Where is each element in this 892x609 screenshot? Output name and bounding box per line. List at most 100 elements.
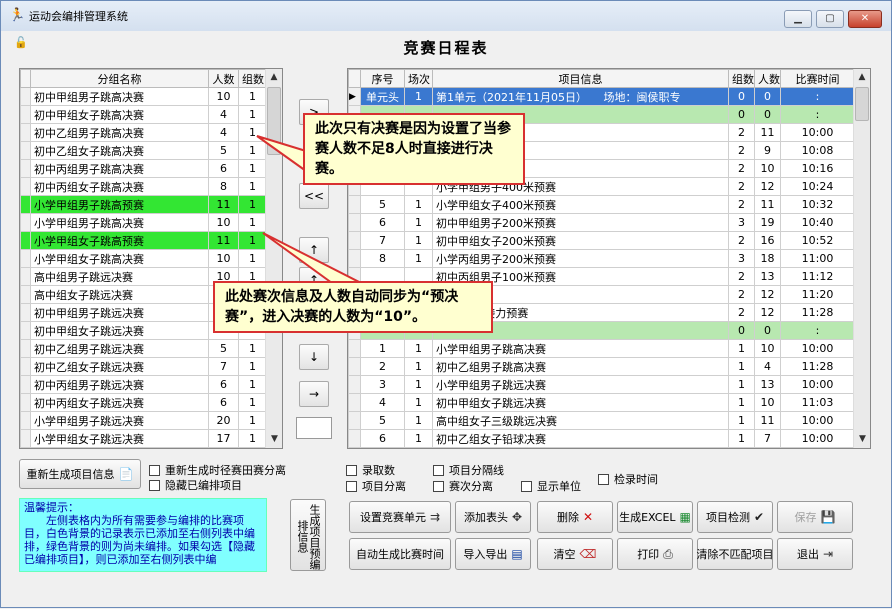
people-cell[interactable]: 16 [754,231,781,250]
maximize-button[interactable]: ▢ [816,10,844,28]
row-header[interactable] [20,213,31,232]
groups-cell[interactable]: 1 [238,195,267,214]
table-row[interactable]: 初中丙组男子跳高决赛 6 1 [20,159,267,178]
time-cell[interactable]: 10:00 [780,123,855,142]
right-grid-scrollbar[interactable]: ▲ ▼ [853,69,870,448]
time-cell[interactable]: 11:03 [780,393,855,412]
count-cell[interactable]: 6 [208,393,239,412]
row-pointer-icon[interactable] [348,375,361,394]
groups-cell[interactable]: 2 [728,195,755,214]
move-top-button[interactable]: ↑ [299,237,329,263]
people-cell[interactable]: 12 [754,303,781,322]
row-header[interactable] [20,87,31,106]
scroll-thumb[interactable] [267,87,281,155]
table-row[interactable]: 初中甲组女子跳高决赛 4 1 [20,105,267,124]
people-cell[interactable]: 12 [754,285,781,304]
group-name-cell[interactable]: 初中丙组女子跳远决赛 [30,393,209,412]
table-row[interactable]: 小学甲组女子跳高预赛 11 1 [20,231,267,250]
group-name-cell[interactable]: 初中丙组男子跳高决赛 [30,159,209,178]
scroll-down-arrow-icon[interactable]: ▼ [854,431,870,448]
people-cell[interactable]: 19 [754,213,781,232]
group-name-cell[interactable]: 初中乙组男子跳高决赛 [30,123,209,142]
move-down-button[interactable]: ↓ [299,344,329,370]
table-row[interactable]: ▶ 单元头 1 第1单元（2021年11月05日） 场地：闽侯职专 0 0 : [348,87,855,106]
save-button[interactable]: 保存 💾 [777,501,853,533]
col-header-match-time[interactable]: 比赛时间 [780,69,855,88]
col-header-count[interactable]: 人数 [208,69,239,88]
row-pointer-icon[interactable]: ▶ [348,87,361,106]
group-name-cell[interactable]: 初中丙组男子跳远决赛 [30,375,209,394]
col-header-group-name[interactable]: 分组名称 [30,69,209,88]
no-cell[interactable]: 7 [360,231,405,250]
time-cell[interactable]: 10:24 [780,177,855,196]
regen-event-info-button[interactable]: 重新生成项目信息 📄 [19,459,141,489]
event-separator-checkbox[interactable]: 项目分隔线 [433,462,504,478]
left-grid-scrollbar[interactable]: ▲ ▼ [265,69,282,448]
generate-pre-arrangement-button[interactable]: 生成项目预编排信息 [290,499,326,571]
table-row[interactable]: 5 1 高中组女子三级跳远决赛 1 11 10:00 [348,411,855,430]
people-cell[interactable]: 7 [754,429,781,448]
event-info-cell[interactable]: 初中甲组男子200米预赛 [432,213,729,232]
event-info-cell[interactable]: 小学甲组女子400米预赛 [432,195,729,214]
people-cell[interactable]: 11 [754,411,781,430]
row-header[interactable] [20,303,31,322]
no-cell[interactable]: 8 [360,249,405,268]
count-cell[interactable]: 11 [208,231,239,250]
col-header-people[interactable]: 人数 [754,69,781,88]
session-cell[interactable]: 1 [404,249,433,268]
groups-cell[interactable]: 1 [238,375,267,394]
group-name-cell[interactable]: 高中组男子跳远决赛 [30,267,209,286]
checkbox-box[interactable] [149,464,160,476]
group-name-cell[interactable]: 高中组女子跳远决赛 [30,285,209,304]
group-name-cell[interactable]: 小学甲组男子跳高预赛 [30,195,209,214]
checkbox-box[interactable] [149,479,160,491]
groups-cell[interactable]: 1 [728,375,755,394]
people-cell[interactable]: 4 [754,357,781,376]
group-name-cell[interactable]: 小学甲组女子跳远决赛 [30,429,209,448]
groups-cell[interactable]: 0 [728,87,755,106]
table-row[interactable]: 小学甲组男子跳高预赛 11 1 [20,195,267,214]
row-header[interactable] [20,321,31,340]
table-row[interactable]: 初中丙组男子跳远决赛 6 1 [20,375,267,394]
groups-cell[interactable]: 2 [728,123,755,142]
groups-cell[interactable]: 1 [238,411,267,430]
table-row[interactable]: 4 1 初中甲组女子跳远决赛 1 10 11:03 [348,393,855,412]
scroll-up-arrow-icon[interactable]: ▲ [266,69,282,86]
row-header[interactable] [20,375,31,394]
group-name-cell[interactable]: 小学甲组男子跳远决赛 [30,411,209,430]
table-row[interactable]: 初中丙组女子跳高决赛 8 1 [20,177,267,196]
row-pointer-icon[interactable] [348,339,361,358]
people-cell[interactable]: 11 [754,195,781,214]
check-events-button[interactable]: 项目检测 ✔ [697,501,773,533]
delete-button[interactable]: 删除 ✕ [537,501,613,533]
no-cell[interactable]: 单元头 [360,87,405,106]
people-cell[interactable]: 0 [754,321,781,340]
group-name-cell[interactable]: 小学甲组女子跳高预赛 [30,231,209,250]
people-cell[interactable]: 11 [754,123,781,142]
table-row[interactable]: 小学甲组女子跳高决赛 10 1 [20,249,267,268]
count-cell[interactable]: 10 [208,249,239,268]
col-header-groups[interactable]: 组数 [238,69,267,88]
groups-cell[interactable]: 1 [238,123,267,142]
groups-cell[interactable]: 2 [728,303,755,322]
scroll-down-arrow-icon[interactable]: ▼ [266,431,282,448]
row-header[interactable] [20,249,31,268]
check-in-time-checkbox[interactable]: 检录时间 [598,471,658,487]
groups-cell[interactable]: 1 [238,177,267,196]
groups-cell[interactable]: 1 [238,339,267,358]
event-info-cell[interactable]: 初中甲组女子200米预赛 [432,231,729,250]
row-pointer-icon[interactable] [348,231,361,250]
no-cell[interactable]: 4 [360,393,405,412]
checkbox-box[interactable] [433,480,444,492]
row-pointer-icon[interactable] [348,411,361,430]
clear-mismatch-button[interactable]: 清除不匹配项目 [697,538,774,570]
time-cell[interactable]: 10:32 [780,195,855,214]
people-cell[interactable]: 9 [754,141,781,160]
groups-cell[interactable]: 1 [238,249,267,268]
move-to-right-button[interactable]: → [299,381,329,407]
group-name-cell[interactable]: 初中甲组女子跳远决赛 [30,321,209,340]
time-cell[interactable]: 10:00 [780,375,855,394]
time-cell[interactable]: 10:00 [780,339,855,358]
checkbox-box[interactable] [433,464,444,476]
row-header[interactable] [20,177,31,196]
